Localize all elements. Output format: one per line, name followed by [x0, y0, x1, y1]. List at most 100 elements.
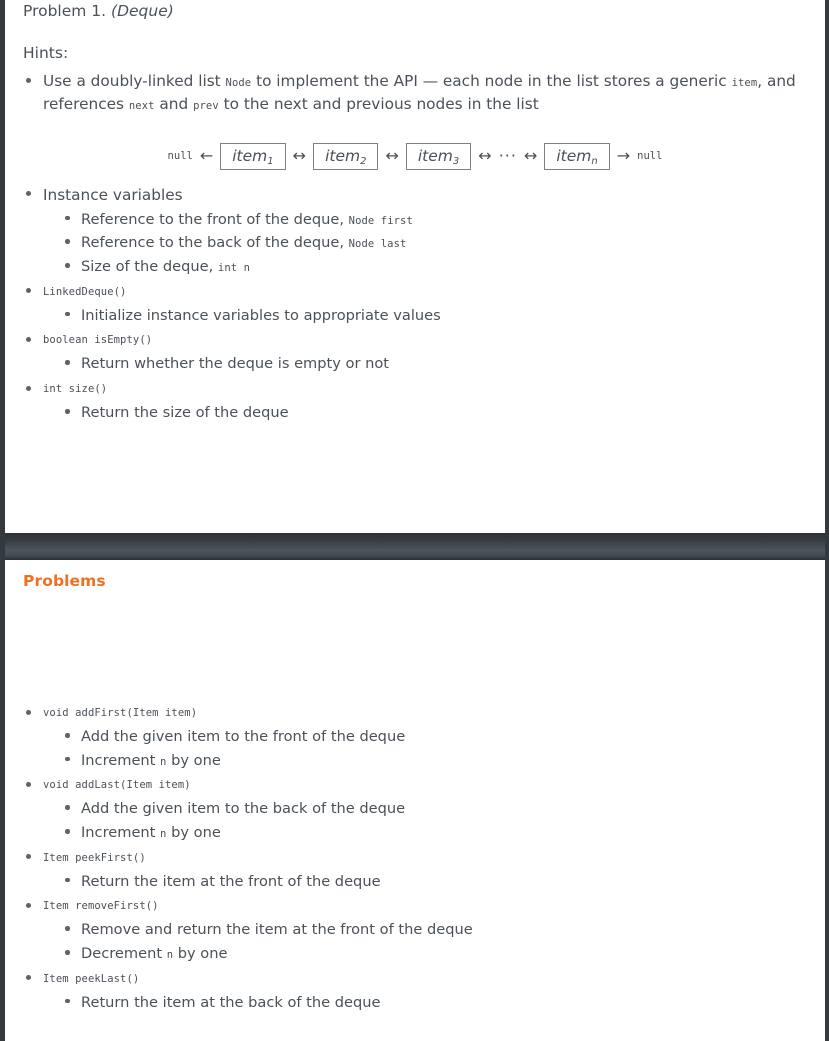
slide-problems[interactable]: Problems void addFirst(Item item) Add the…: [5, 560, 825, 1041]
api-item-detail-list: Add the given item to the back of the de…: [62, 797, 807, 844]
api-item-detail-list: Reference to the front of the deque, Nod…: [62, 208, 807, 279]
diagram-ellipsis: ···: [498, 146, 517, 165]
api-detail-text: Size of the deque,: [81, 258, 218, 276]
inline-code-item: item: [731, 77, 758, 89]
api-item-label: Instance variables: [43, 185, 183, 204]
bullet-dot-icon: [26, 288, 31, 294]
api-item-detail-list: Return the size of the deque: [62, 401, 807, 425]
api-detail-text: Return the size of the deque: [81, 404, 289, 422]
diagram-right-null: null: [637, 150, 663, 162]
hint-text-1: Use a doubly-linked list: [43, 72, 226, 90]
node-subscript-2: 2: [360, 155, 367, 167]
bullet-dot-icon: [65, 950, 70, 955]
slide-2-content: Problems void addFirst(Item item) Add the…: [5, 560, 825, 1041]
bullet-dot-icon: [65, 215, 70, 221]
bullet-dot-icon: [26, 854, 31, 860]
api-item: LinkedDeque() Initialize instance variabl…: [23, 281, 807, 328]
api-item-detail-list: Return the item at the front of the dequ…: [62, 870, 807, 894]
api-item-detail-list: Return the item at the back of the deque: [62, 991, 807, 1015]
bullet-dot-icon: [65, 998, 70, 1004]
api-detail-text-tail: by one: [173, 945, 228, 963]
api-item-detail: Reference to the front of the deque, Nod…: [62, 208, 807, 232]
inline-code-prev: prev: [193, 100, 219, 113]
viewer-left-margin: [0, 0, 5, 1041]
api-item-detail-list: Return whether the deque is empty or not: [62, 352, 807, 376]
api-item-label: Item peekLast(): [43, 972, 140, 985]
bullet-dot-icon: [26, 336, 31, 342]
hint-text-5: to the next and previous nodes in the li…: [218, 95, 539, 114]
api-item-detail: Initialize instance variables to appropr…: [62, 304, 807, 328]
node-subscript-1: 1: [267, 155, 274, 167]
viewer-right-margin: [825, 0, 829, 1041]
node-label-n: item: [556, 146, 592, 165]
api-item-label: int size(): [43, 383, 108, 396]
api-detail-text: Return the item at the front of the dequ…: [81, 872, 381, 890]
api-detail-text: Return whether the deque is empty or not: [81, 355, 390, 373]
api-item: Item peekLast() Return the item at the ba…: [23, 968, 807, 1015]
api-item-detail-list: Remove and return the item at the front …: [62, 918, 807, 965]
api-detail-text: Add the given item to the front of the d…: [81, 728, 406, 746]
api-item-detail: Return the item at the front of the dequ…: [62, 870, 807, 894]
api-item-detail: Remove and return the item at the front …: [62, 918, 807, 942]
api-item-detail: Size of the deque, int n: [62, 255, 807, 279]
api-detail-text: Add the given item to the back of the de…: [81, 800, 406, 818]
slide-1-api-list: Instance variables Reference to the front…: [23, 184, 807, 425]
api-detail-text: Remove and return the item at the front …: [81, 921, 473, 939]
inline-code: Node first: [348, 214, 413, 227]
api-item-detail: Reference to the back of the deque, Node…: [62, 231, 807, 255]
api-item-label: LinkedDeque(): [43, 285, 127, 298]
node-subscript-3: 3: [452, 155, 460, 167]
bullet-dot-icon: [65, 239, 70, 244]
api-detail-text-tail: by one: [166, 824, 221, 842]
slide-problem-1[interactable]: Problem 1. (Deque) Hints: Use a doubly-l…: [5, 0, 825, 533]
bullet-dot-icon: [65, 360, 70, 365]
api-item-detail-list: Initialize instance variables to appropr…: [62, 304, 807, 328]
bullet-dot-icon: [65, 733, 70, 738]
slide-divider: [0, 533, 829, 560]
node-box-n: itemn: [544, 142, 610, 170]
bullet-dot-icon: [65, 756, 70, 762]
left-arrow-icon: ←: [199, 146, 214, 165]
api-item-detail: Decrement n by one: [62, 942, 807, 966]
bullet-dot-icon: [26, 191, 31, 197]
linked-list-diagram: null ← item1 ↔ item2 ↔ item3 ↔ ··· ↔ ite…: [23, 142, 807, 170]
api-item: void addFirst(Item item) Add the given it…: [23, 702, 807, 772]
api-item: Item removeFirst() Remove and return the …: [23, 895, 807, 965]
api-detail-text: Decrement: [81, 945, 167, 963]
api-detail-text: Increment: [81, 824, 161, 842]
api-item: Item peekFirst() Return the item at the f…: [23, 847, 807, 894]
slide-1-heading: Problem 1. (Deque): [23, 2, 807, 20]
bullet-dot-icon: [26, 975, 31, 981]
api-item: int size() Return the size of the deque: [23, 378, 807, 425]
bidirectional-arrow-icon-4: ↔: [523, 146, 538, 165]
bullet-dot-icon: [26, 709, 31, 715]
api-item-detail: Increment n by one: [62, 821, 807, 845]
inline-code: Node last: [348, 238, 407, 251]
problem-topic: (Deque): [111, 2, 174, 20]
bullet-dot-icon: [65, 311, 70, 317]
node-box-1: item1: [220, 142, 286, 170]
api-detail-text: Initialize instance variables to appropr…: [81, 306, 441, 324]
pdf-slide-viewer[interactable]: Problem 1. (Deque) Hints: Use a doubly-l…: [0, 0, 829, 1041]
api-item: boolean isEmpty() Return whether the dequ…: [23, 329, 807, 376]
bullet-dot-icon: [26, 385, 31, 391]
diagram-left-null: null: [167, 150, 193, 162]
slide-1-content: Problem 1. (Deque) Hints: Use a doubly-l…: [5, 0, 825, 533]
bullet-dot-icon: [65, 829, 70, 834]
hints-label: Hints:: [23, 44, 69, 62]
bidirectional-arrow-icon-1: ↔: [292, 146, 307, 165]
bullet-dot-icon: [26, 781, 31, 787]
hint-bullet-item: Use a doubly-linked list Node to impleme…: [23, 70, 807, 117]
api-item-label: Item removeFirst(): [43, 900, 159, 913]
bidirectional-arrow-icon-3: ↔: [478, 146, 492, 165]
right-arrow-icon: →: [616, 146, 631, 165]
api-item-detail: Add the given item to the front of the d…: [62, 725, 807, 749]
hint-text-2: to implement the API — each node in the …: [251, 72, 732, 90]
api-item-label: void addLast(Item item): [43, 779, 191, 792]
problem-number: Problem 1.: [23, 2, 107, 20]
bullet-dot-icon: [65, 926, 70, 931]
api-detail-text: Return the item at the back of the deque: [81, 993, 381, 1011]
api-item: Instance variables Reference to the front…: [23, 184, 807, 279]
bullet-dot-icon: [65, 263, 70, 268]
node-box-3: item3: [405, 142, 472, 170]
